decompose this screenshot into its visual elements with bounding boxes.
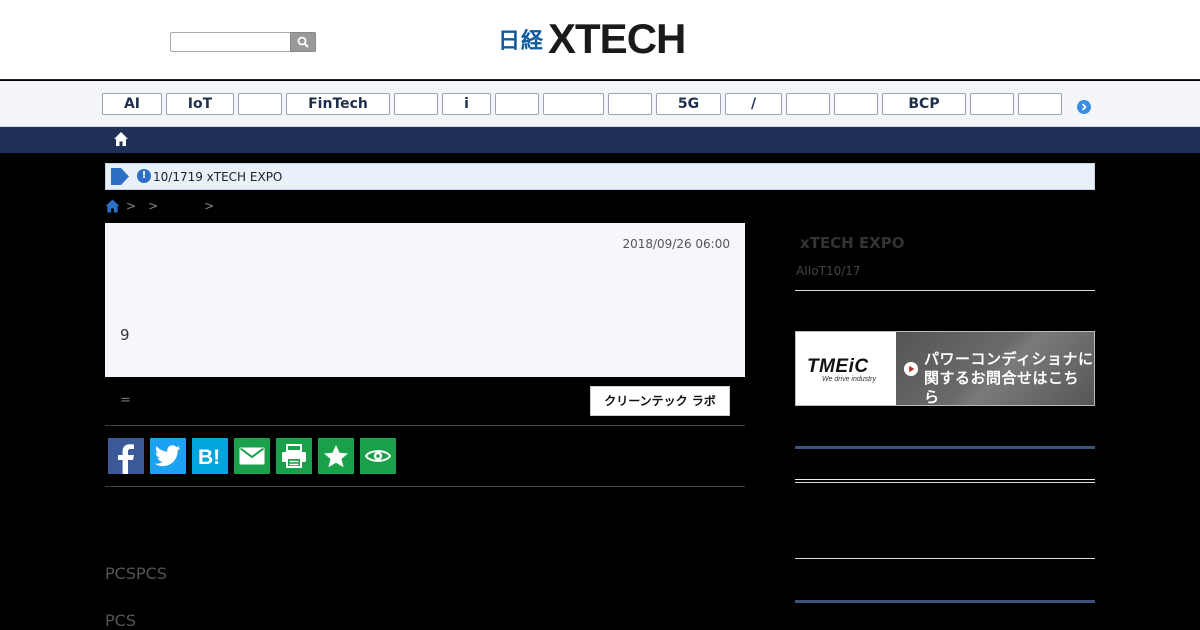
site-logo[interactable]: 日経 XTECH xyxy=(498,15,686,62)
sidebar-ad-banner[interactable]: TMEiC We drive industry パワーコンディショナに 関するお… xyxy=(795,331,1095,406)
logo-prefix: 日経 xyxy=(498,29,545,54)
home-bar xyxy=(0,127,1200,153)
facebook-share-button[interactable] xyxy=(108,438,144,474)
category-item[interactable] xyxy=(608,93,652,115)
article-header: 2018/09/26 06:00 9 xyxy=(105,223,745,377)
watch-button[interactable] xyxy=(360,438,396,474)
category-nav: AI IoT FinTech i 5G / BCP xyxy=(0,81,1200,127)
article-author: = xyxy=(120,393,131,408)
breadcrumb-separator: > xyxy=(148,199,159,213)
breadcrumb: > > > xyxy=(105,198,220,214)
article-lead: 9 xyxy=(120,326,130,344)
category-item[interactable] xyxy=(1018,93,1062,115)
divider xyxy=(105,486,745,487)
category-item[interactable] xyxy=(495,93,539,115)
sidebar-title[interactable]: xTECH EXPO xyxy=(800,234,905,252)
category-iot[interactable]: IoT xyxy=(166,93,234,115)
category-fintech[interactable]: FinTech xyxy=(286,93,390,115)
info-icon: ! xyxy=(137,169,151,183)
chevron-right-icon xyxy=(1081,103,1087,111)
category-item[interactable] xyxy=(394,93,438,115)
article-date: 2018/09/26 06:00 xyxy=(622,237,730,251)
home-icon[interactable] xyxy=(113,131,129,147)
hatena-share-button[interactable]: B! xyxy=(192,438,228,474)
ad-tagline: We drive industry xyxy=(822,376,876,383)
category-next-button[interactable] xyxy=(1077,100,1091,114)
favorite-button[interactable] xyxy=(318,438,354,474)
category-item[interactable] xyxy=(543,93,604,115)
author-row: = クリーンテック ラボ xyxy=(105,386,745,416)
sidebar-divider xyxy=(795,479,1095,480)
category-slash[interactable]: / xyxy=(725,93,782,115)
play-icon xyxy=(904,362,918,376)
body-paragraph: PCSPCS xyxy=(105,564,167,583)
site-header: 日経 XTECH xyxy=(0,0,1200,80)
arrow-right-icon xyxy=(111,168,129,185)
category-item[interactable] xyxy=(834,93,878,115)
eye-icon xyxy=(365,450,391,462)
svg-text:B!: B! xyxy=(198,446,220,467)
category-bcp[interactable]: BCP xyxy=(882,93,966,115)
sidebar-section-rule xyxy=(795,600,1095,603)
hatena-icon: B! xyxy=(198,446,220,467)
ad-text-line: パワーコンディショナに xyxy=(924,350,1094,368)
sidebar-divider xyxy=(795,482,1095,483)
category-item[interactable] xyxy=(238,93,282,115)
star-icon xyxy=(324,445,348,468)
facebook-icon xyxy=(118,444,134,474)
category-5g[interactable]: 5G xyxy=(656,93,721,115)
sidebar-divider xyxy=(795,558,1095,559)
twitter-share-button[interactable] xyxy=(150,438,186,474)
sidebar-section-rule xyxy=(795,446,1095,449)
search-input[interactable] xyxy=(170,32,290,52)
sidebar-divider xyxy=(795,290,1095,291)
breadcrumb-separator: > xyxy=(204,199,215,213)
print-icon xyxy=(282,444,306,468)
home-icon[interactable] xyxy=(105,199,120,213)
breadcrumb-separator: > xyxy=(126,199,137,213)
category-item[interactable] xyxy=(786,93,830,115)
search-icon xyxy=(297,36,309,48)
ad-message-panel: パワーコンディショナに 関するお問合せはこちら xyxy=(896,332,1094,407)
twitter-icon xyxy=(155,445,181,467)
ad-text: パワーコンディショナに 関するお問合せはこちら xyxy=(924,350,1094,407)
divider xyxy=(105,425,745,426)
print-button[interactable] xyxy=(276,438,312,474)
notice-text: 10/1719 xTECH EXPO xyxy=(153,170,283,184)
search-box xyxy=(170,32,316,52)
category-i[interactable]: i xyxy=(442,93,491,115)
ad-text-line: 関するお問合せはこちら xyxy=(924,369,1080,406)
notice-bar[interactable]: ! 10/1719 xTECH EXPO xyxy=(105,163,1095,190)
ad-logo: TMEiC xyxy=(807,356,869,377)
ad-logo-panel: TMEiC We drive industry xyxy=(796,332,896,405)
sidebar-subtitle: AIIoT10/17 xyxy=(796,264,861,278)
category-ai[interactable]: AI xyxy=(102,93,162,115)
mail-share-button[interactable] xyxy=(234,438,270,474)
search-button[interactable] xyxy=(290,32,316,52)
logo-main: XTECH xyxy=(548,15,686,62)
share-bar: B! xyxy=(108,438,396,474)
mail-icon xyxy=(239,447,265,465)
category-item[interactable] xyxy=(970,93,1014,115)
cleantech-lab-button[interactable]: クリーンテック ラボ xyxy=(590,386,730,416)
body-paragraph: PCS xyxy=(105,611,136,630)
